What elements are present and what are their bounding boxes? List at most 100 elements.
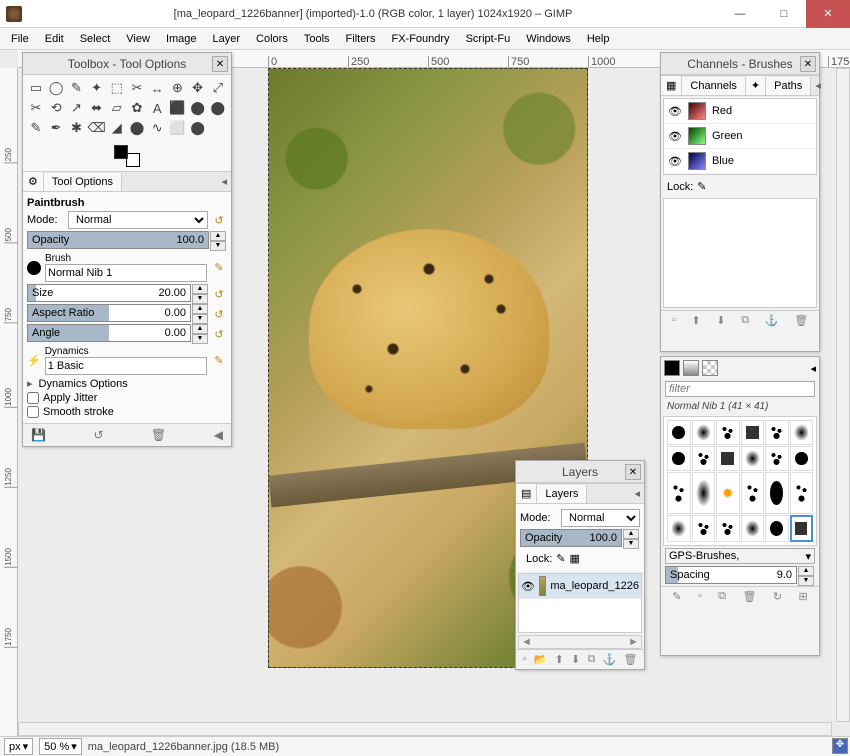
tab-layers[interactable]: Layers bbox=[537, 485, 587, 503]
anchor-layer-icon[interactable]: ⚓ bbox=[603, 653, 617, 666]
tool-button-8[interactable]: ✥ bbox=[189, 79, 207, 97]
delete-layer-icon[interactable]: 🗑 bbox=[623, 653, 637, 666]
expand-icon[interactable]: ▸ bbox=[27, 377, 33, 390]
smooth-stroke-checkbox[interactable] bbox=[27, 406, 39, 418]
aspect-slider[interactable]: Aspect Ratio 0.00 ▲▼ bbox=[27, 304, 191, 322]
tool-button-19[interactable]: ⬤ bbox=[209, 99, 227, 117]
menu-edit[interactable]: Edit bbox=[38, 31, 71, 47]
tool-button-28[interactable]: ⬤ bbox=[189, 119, 207, 137]
duplicate-channel-icon[interactable]: ⧉ bbox=[741, 314, 749, 327]
tool-button-17[interactable]: ⬛ bbox=[168, 99, 186, 117]
tool-button-2[interactable]: ✎ bbox=[67, 79, 85, 97]
menu-colors[interactable]: Colors bbox=[249, 31, 295, 47]
bg-color-icon[interactable] bbox=[126, 153, 140, 167]
visibility-icon[interactable]: 👁 bbox=[668, 130, 682, 143]
fg-color-icon[interactable] bbox=[114, 145, 128, 159]
dynamics-edit-icon[interactable]: ✎ bbox=[211, 353, 227, 369]
save-preset-icon[interactable]: 💾 bbox=[31, 428, 46, 442]
channels-tab-icon[interactable]: ▦ bbox=[661, 76, 682, 95]
brush-cell[interactable] bbox=[692, 446, 716, 471]
channel-item-blue[interactable]: 👁 Blue bbox=[664, 149, 816, 174]
brush-cell[interactable] bbox=[790, 420, 814, 445]
visibility-icon[interactable]: 👁 bbox=[521, 580, 535, 593]
brush-name[interactable]: Normal Nib 1 bbox=[48, 267, 204, 279]
layer-down-icon[interactable]: ⬇ bbox=[571, 653, 580, 666]
mode-select[interactable]: Normal bbox=[68, 211, 208, 229]
brush-cell[interactable] bbox=[716, 446, 740, 471]
tool-button-3[interactable]: ✦ bbox=[88, 79, 106, 97]
navigation-icon[interactable]: ✥ bbox=[832, 738, 848, 754]
duplicate-brush-icon[interactable]: ⧉ bbox=[718, 590, 726, 603]
tool-button-16[interactable]: A bbox=[148, 99, 166, 117]
dynamics-options-label[interactable]: Dynamics Options bbox=[39, 378, 128, 390]
tool-button-18[interactable]: ⬤ bbox=[189, 99, 207, 117]
lock-icon[interactable]: ✎ bbox=[697, 180, 706, 193]
delete-brush-icon[interactable]: 🗑 bbox=[742, 590, 756, 603]
minimize-button[interactable]: — bbox=[718, 0, 762, 28]
tool-button-11[interactable]: ⟲ bbox=[47, 99, 65, 117]
panel-close-icon[interactable]: ✕ bbox=[800, 56, 816, 72]
tool-button-25[interactable]: ⬤ bbox=[128, 119, 146, 137]
tool-button-15[interactable]: ✿ bbox=[128, 99, 146, 117]
size-reset-icon[interactable]: ↺ bbox=[211, 286, 227, 302]
menu-view[interactable]: View bbox=[119, 31, 157, 47]
layers-header[interactable]: Layers ✕ bbox=[516, 461, 644, 483]
tool-button-27[interactable]: ⬜ bbox=[168, 119, 186, 137]
tool-button-14[interactable]: ▱ bbox=[108, 99, 126, 117]
spacing-spinner[interactable]: ▲▼ bbox=[798, 566, 814, 586]
brush-cell[interactable] bbox=[667, 420, 691, 445]
brush-category-select[interactable]: GPS-Brushes,▾ bbox=[665, 548, 815, 564]
tab-channels[interactable]: Channels bbox=[682, 77, 745, 95]
brush-cell[interactable] bbox=[765, 472, 789, 514]
visibility-icon[interactable]: 👁 bbox=[668, 105, 682, 118]
menu-fxfoundry[interactable]: FX-Foundry bbox=[384, 31, 456, 47]
opacity-spinner[interactable]: ▲▼ bbox=[210, 231, 226, 251]
fg-bg-swatch[interactable] bbox=[114, 145, 140, 167]
tool-button-0[interactable]: ▭ bbox=[27, 79, 45, 97]
menu-select[interactable]: Select bbox=[73, 31, 118, 47]
angle-reset-icon[interactable]: ↺ bbox=[211, 326, 227, 342]
brush-cell[interactable] bbox=[741, 472, 765, 514]
angle-spinner[interactable]: ▲▼ bbox=[192, 324, 208, 344]
new-brush-icon[interactable]: ▫ bbox=[698, 590, 702, 603]
size-slider[interactable]: Size 20.00 ▲▼ bbox=[27, 284, 191, 302]
maximize-button[interactable]: □ bbox=[762, 0, 806, 28]
apply-jitter-checkbox[interactable] bbox=[27, 392, 39, 404]
brush-cell[interactable] bbox=[692, 515, 716, 542]
layers-tab-icon[interactable]: ▤ bbox=[516, 484, 537, 503]
reset-preset-icon[interactable]: ◀ bbox=[214, 428, 223, 442]
spacing-slider[interactable]: Spacing 9.0 ▲▼ bbox=[665, 566, 797, 584]
panel-menu-icon[interactable]: ◂ bbox=[217, 173, 231, 190]
tool-button-22[interactable]: ✱ bbox=[67, 119, 85, 137]
layer-mode-select[interactable]: Normal bbox=[561, 509, 640, 527]
close-button[interactable]: ✕ bbox=[806, 0, 850, 28]
dynamics-icon[interactable]: ⚡ bbox=[27, 354, 41, 367]
tool-button-12[interactable]: ↗ bbox=[67, 99, 85, 117]
tab-tool-options[interactable]: Tool Options bbox=[44, 173, 122, 191]
menu-filters[interactable]: Filters bbox=[339, 31, 383, 47]
brush-cell[interactable] bbox=[667, 515, 691, 542]
scrollbar-vertical[interactable] bbox=[836, 68, 850, 722]
tool-button-20[interactable]: ✎ bbox=[27, 119, 45, 137]
tool-button-23[interactable]: ⌫ bbox=[88, 119, 106, 137]
aspect-spinner[interactable]: ▲▼ bbox=[192, 304, 208, 324]
lock-alpha-icon[interactable]: ▦ bbox=[570, 552, 580, 565]
menu-image[interactable]: Image bbox=[159, 31, 204, 47]
refresh-brush-icon[interactable]: ↻ bbox=[773, 590, 782, 603]
brush-fg-swatch-icon[interactable] bbox=[664, 360, 680, 376]
brush-cell[interactable] bbox=[692, 472, 716, 514]
brush-cell[interactable] bbox=[765, 515, 789, 542]
restore-preset-icon[interactable]: ↺ bbox=[93, 428, 103, 442]
tool-button-13[interactable]: ⬌ bbox=[88, 99, 106, 117]
raise-channel-icon[interactable]: ⬆ bbox=[691, 314, 700, 327]
tool-button-7[interactable]: ⊕ bbox=[168, 79, 186, 97]
brush-cell[interactable] bbox=[741, 446, 765, 471]
brush-cell[interactable] bbox=[716, 515, 740, 542]
menu-tools[interactable]: Tools bbox=[297, 31, 337, 47]
panel-close-icon[interactable]: ✕ bbox=[212, 56, 228, 72]
scrollbar-horizontal[interactable] bbox=[18, 722, 832, 736]
brush-cell[interactable] bbox=[790, 446, 814, 471]
brush-cell[interactable] bbox=[741, 515, 765, 542]
layer-scrollbar[interactable]: ◄► bbox=[518, 635, 642, 649]
panel-close-icon[interactable]: ✕ bbox=[625, 464, 641, 480]
